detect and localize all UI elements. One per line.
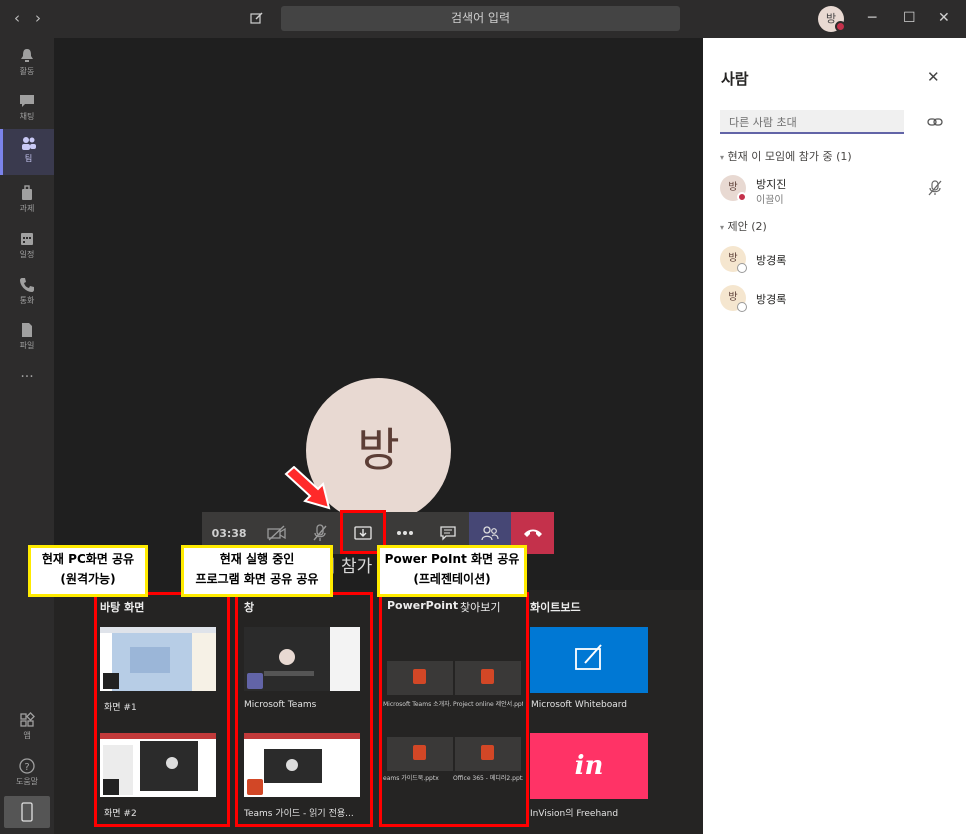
rail-item-teams[interactable]: 팀 — [0, 129, 54, 175]
annotation-desktop-box — [94, 592, 230, 827]
whiteboard-icon — [575, 644, 602, 670]
suggested-person-row[interactable]: 방 방경록 — [720, 283, 960, 313]
rail-item-help[interactable]: ? 도움말 — [0, 752, 54, 796]
annotation-line: (프레젠테이션) — [413, 572, 491, 586]
hang-up-icon — [523, 529, 542, 537]
rail-label: 과제 — [19, 204, 35, 213]
microsoft-whiteboard-caption: Microsoft Whiteboard — [531, 700, 627, 710]
people-panel: 사람 ✕ 다른 사람 초대 ▾ 현재 이 모임에 참가 중 (1) 방 방지진 … — [703, 38, 966, 834]
conversation-icon — [439, 526, 456, 541]
participant-row[interactable]: 방 방지진 이끌이 — [720, 173, 960, 206]
rail-more-button[interactable]: ··· — [0, 366, 54, 410]
chevron-down-icon: ▾ — [720, 153, 725, 162]
title-bar: ‹ › 검색어 입력 방 ─ ☐ ✕ — [0, 0, 966, 38]
in-meeting-label: 현재 이 모임에 참가 중 (1) — [727, 150, 852, 163]
svg-text:?: ? — [24, 762, 29, 773]
invision-freehand-tile[interactable]: in — [530, 733, 648, 799]
maximize-icon[interactable]: ☐ — [903, 9, 916, 27]
rail-item-activity[interactable]: 활동 — [0, 42, 54, 86]
suggested-name: 방경록 — [756, 254, 787, 267]
rail-item-files[interactable]: 파일 — [0, 316, 54, 360]
annotation-line: 현재 PC화면 공유 — [41, 552, 135, 566]
microsoft-whiteboard-tile[interactable] — [530, 627, 648, 693]
forward-arrow-icon[interactable]: › — [35, 10, 41, 26]
rail-label: 도움말 — [15, 777, 39, 786]
teams-window: ‹ › 검색어 입력 방 ─ ☐ ✕ 활동 채팅 팀 과제 일정 통화 파일 ·… — [0, 0, 966, 834]
more-dots-icon — [397, 531, 414, 535]
panel-title: 사람 — [721, 70, 749, 88]
suggested-person-row[interactable]: 방 방경록 — [720, 244, 960, 274]
annotation-arrow-icon — [284, 466, 331, 510]
assignments-icon — [22, 185, 32, 200]
app-rail: 활동 채팅 팀 과제 일정 통화 파일 ··· 앱 ? 도움말 — [0, 38, 54, 834]
back-arrow-icon[interactable]: ‹ — [14, 10, 20, 26]
suggested-section[interactable]: ▾ 제안 (2) — [720, 218, 767, 234]
search-input[interactable]: 검색어 입력 — [281, 6, 680, 31]
rail-label: 일정 — [19, 250, 35, 259]
chevron-down-icon: ▾ — [720, 223, 725, 232]
rail-label: 채팅 — [19, 112, 35, 121]
calendar-icon — [21, 233, 33, 245]
annotation-label-powerpoint: Power PoInt 화면 공유 (프레젠테이션) — [377, 545, 527, 597]
suggested-name: 방경록 — [756, 293, 787, 306]
rail-item-assignments[interactable]: 과제 — [0, 179, 54, 223]
busy-status-icon — [835, 21, 846, 32]
invision-freehand-caption: InVision의 Freehand — [530, 809, 619, 819]
unknown-status-icon — [737, 302, 747, 312]
rail-item-chat[interactable]: 채팅 — [0, 87, 54, 131]
invite-input[interactable]: 다른 사람 초대 — [720, 110, 904, 134]
close-panel-icon[interactable]: ✕ — [927, 68, 940, 86]
unknown-status-icon — [737, 263, 747, 273]
participant-role: 이끌이 — [756, 195, 784, 206]
rail-item-apps[interactable]: 앱 — [0, 706, 54, 750]
mic-off-icon — [313, 524, 327, 541]
help-icon: ? — [19, 758, 35, 774]
annotation-label-window: 현재 실행 중인 프로그램 화면 공유 공유 — [181, 545, 333, 597]
annotation-line: 현재 실행 중인 — [219, 552, 295, 566]
device-button[interactable] — [4, 796, 50, 828]
mic-muted-icon — [928, 180, 942, 200]
rail-label: 팀 — [24, 154, 33, 163]
annotation-line: Power PoInt 화면 공유 — [384, 552, 520, 566]
annotation-label-desktop: 현재 PC화면 공유 (원격가능) — [28, 545, 148, 597]
annotation-line: (원격가능) — [60, 572, 116, 586]
participants-icon — [481, 526, 499, 541]
apps-icon — [20, 712, 35, 727]
rail-label: 활동 — [19, 67, 35, 76]
annotation-line: 프로그램 화면 공유 공유 — [195, 572, 319, 586]
phone-icon — [20, 278, 34, 292]
rail-label: 앱 — [23, 731, 31, 740]
teams-icon — [21, 137, 36, 150]
phone-device-icon — [21, 802, 33, 822]
bell-icon — [21, 49, 33, 62]
participant-name: 방지진 — [756, 178, 787, 191]
camera-off-icon — [267, 525, 287, 541]
annotation-window-box — [235, 592, 373, 827]
link-icon[interactable] — [927, 116, 943, 130]
new-chat-icon[interactable] — [250, 10, 264, 29]
in-meeting-section[interactable]: ▾ 현재 이 모임에 참가 중 (1) — [720, 148, 852, 164]
minimize-icon[interactable]: ─ — [868, 9, 876, 27]
busy-status-icon — [737, 192, 747, 202]
chat-icon — [20, 95, 34, 107]
rail-label: 파일 — [19, 341, 35, 350]
rail-item-calendar[interactable]: 일정 — [0, 225, 54, 269]
rail-label: 통화 — [19, 296, 35, 305]
rail-item-calls[interactable]: 통화 — [0, 271, 54, 315]
files-icon — [22, 323, 32, 337]
close-window-icon[interactable]: ✕ — [938, 9, 950, 27]
whiteboard-section-title: 화이트보드 — [530, 601, 581, 614]
suggested-label: 제안 (2) — [727, 220, 767, 233]
annotation-powerpoint-box — [379, 592, 529, 827]
